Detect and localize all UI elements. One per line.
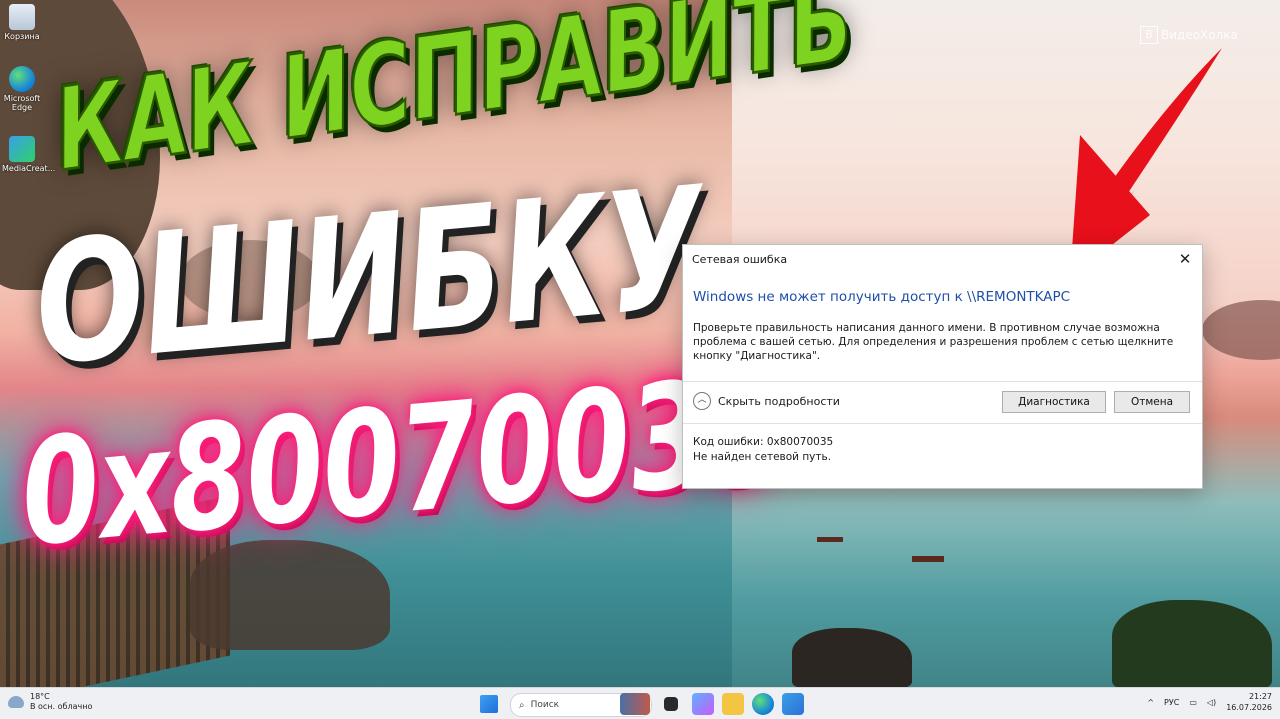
search-highlight-icon[interactable] [620, 693, 650, 715]
dialog-heading: Windows не может получить доступ к \\REM… [693, 289, 1071, 305]
weather-condition: В осн. облачно [30, 702, 93, 711]
cloud-icon [8, 696, 24, 708]
error-code: Код ошибки: 0x80070035 [693, 436, 834, 448]
weather-widget[interactable]: 18°C В осн. облачно [8, 692, 92, 712]
edge-icon [9, 66, 35, 92]
media-creation-tool-icon [9, 136, 35, 162]
clock[interactable]: 21:27 16.07.2026 [1226, 691, 1272, 713]
desktop-icon-label: MediaCreat... [2, 164, 56, 173]
diagnostics-button[interactable]: Диагностика [1002, 391, 1106, 413]
chevron-up-icon: ︿ [693, 392, 711, 410]
shore-rock [792, 628, 912, 688]
file-explorer-icon[interactable] [722, 693, 744, 715]
error-description: Не найден сетевой путь. [693, 451, 832, 463]
dialog-title: Сетевая ошибка [692, 253, 788, 266]
windows-start-icon[interactable] [480, 695, 498, 713]
network-icon[interactable]: ▭ [1189, 698, 1197, 707]
desktop-background: Корзина Microsoft Edge MediaCreat... КАК… [0, 0, 1280, 719]
hide-details-toggle[interactable]: ︿ Скрыть подробности [693, 392, 840, 410]
chevron-up-icon[interactable]: ^ [1147, 698, 1154, 707]
desktop-icon-media-creation[interactable]: MediaCreat... [2, 136, 55, 173]
search-icon: ⌕ [519, 699, 525, 711]
task-view-icon[interactable] [664, 697, 678, 711]
dialog-body-text: Проверьте правильность написания данного… [693, 322, 1174, 362]
distant-island [1202, 300, 1280, 360]
edge-taskbar-icon[interactable] [752, 693, 774, 715]
recycle-bin-icon [9, 4, 35, 30]
dialog-action-bar: ︿ Скрыть подробности Диагностика Отмена [683, 381, 1202, 424]
desktop-icon-recycle-bin[interactable]: Корзина [2, 4, 42, 41]
desktop-icon-label: Корзина [4, 32, 40, 41]
boat-2 [817, 537, 843, 542]
boat [912, 556, 944, 562]
close-icon[interactable]: ✕ [1174, 249, 1196, 269]
language-indicator[interactable]: РУС [1164, 698, 1179, 707]
weather-temperature: 18°C [30, 692, 50, 701]
desktop-icon-edge[interactable]: Microsoft Edge [2, 66, 42, 112]
cancel-button[interactable]: Отмена [1114, 391, 1190, 413]
hide-details-label: Скрыть подробности [718, 394, 840, 408]
clock-date: 16.07.2026 [1226, 703, 1272, 712]
taskbar: 18°C В осн. облачно ⌕ Поиск ^ РУС ▭ ◁) 2… [0, 687, 1280, 719]
clock-time: 21:27 [1248, 692, 1272, 701]
copilot-icon[interactable] [692, 693, 714, 715]
system-tray: ^ РУС ▭ ◁) 21:27 16.07.2026 [1147, 691, 1272, 713]
network-error-dialog: Сетевая ошибка ✕ Windows не может получи… [682, 244, 1203, 489]
shore-rock-2 [1112, 600, 1272, 690]
error-details: Код ошибки: 0x80070035 Не найден сетевой… [693, 435, 833, 465]
volume-icon[interactable]: ◁) [1207, 698, 1216, 707]
desktop-icon-label: Microsoft Edge [3, 94, 41, 112]
search-placeholder: Поиск [530, 700, 560, 710]
store-icon[interactable] [782, 693, 804, 715]
